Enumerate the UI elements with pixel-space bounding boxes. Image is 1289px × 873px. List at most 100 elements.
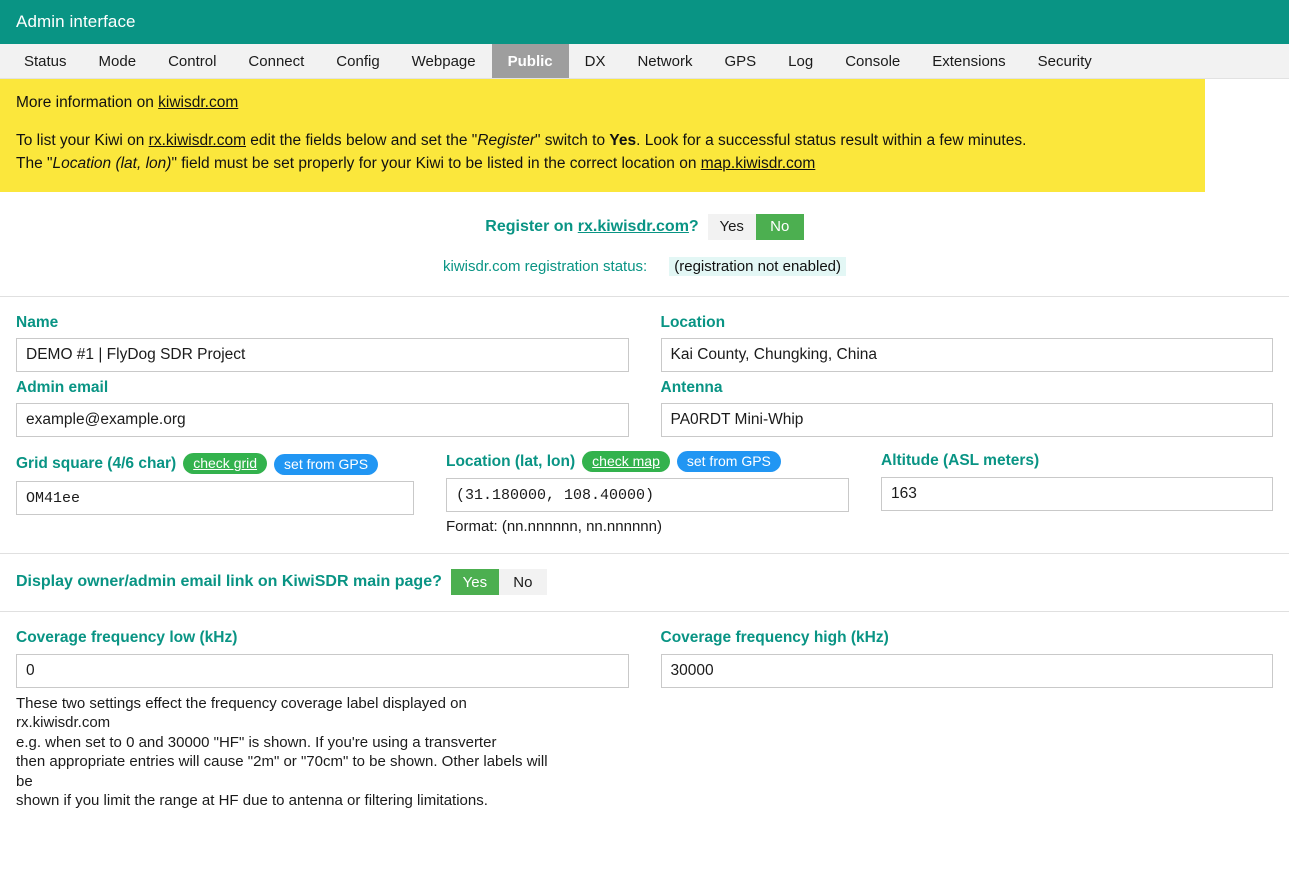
- banner-line-2-text-d: . Look for a successful status result wi…: [636, 131, 1027, 149]
- tab-security[interactable]: Security: [1022, 44, 1108, 78]
- altitude-input[interactable]: [881, 476, 1273, 511]
- altitude-field-group: Altitude (ASL meters): [865, 445, 1289, 535]
- tab-mode[interactable]: Mode: [83, 44, 153, 78]
- coverage-note-line-6: shown if you limit the range at HF due t…: [16, 792, 488, 810]
- tab-label: Log: [788, 52, 814, 70]
- tab-control[interactable]: Control: [152, 44, 232, 78]
- lat-lon-format-hint: Format: (nn.nnnnnn, nn.nnnnnn): [446, 518, 662, 536]
- kiwisdr-com-link[interactable]: kiwisdr.com: [158, 94, 238, 111]
- banner-line-1-text: More information on: [16, 94, 159, 111]
- tab-network[interactable]: Network: [621, 44, 708, 78]
- lat-lon-label: Location (lat, lon): [446, 453, 576, 471]
- page-title: Admin interface: [16, 12, 136, 31]
- coverage-notes: These two settings effect the frequency …: [0, 688, 1289, 811]
- check-map-button[interactable]: check map: [582, 451, 670, 473]
- coverage-frequency-panel: Coverage frequency low (kHz) Coverage fr…: [0, 612, 1289, 816]
- location-input[interactable]: [660, 338, 1273, 373]
- banner-spacer: [16, 115, 1205, 129]
- tab-extensions[interactable]: Extensions: [916, 44, 1021, 78]
- tab-label: Network: [637, 52, 693, 70]
- antenna-field-group: Antenna: [645, 372, 1289, 438]
- location-label: Location: [660, 313, 726, 331]
- tab-dx[interactable]: DX: [569, 44, 622, 78]
- admin-email-input[interactable]: [16, 403, 629, 438]
- tab-label: Control: [168, 52, 217, 70]
- lat-lon-input[interactable]: [446, 478, 849, 513]
- tab-label: Mode: [98, 52, 137, 70]
- antenna-label: Antenna: [660, 379, 723, 397]
- tab-label: Config: [336, 52, 380, 70]
- grid-square-label: Grid square (4/6 char): [16, 454, 177, 472]
- tab-connect[interactable]: Connect: [232, 44, 320, 78]
- coverage-note-line-5: be: [16, 772, 33, 790]
- name-label: Name: [16, 313, 59, 331]
- register-yes-button[interactable]: Yes: [707, 213, 756, 240]
- register-rx-link[interactable]: rx.kiwisdr.com: [578, 218, 689, 235]
- grid-square-input[interactable]: [16, 481, 414, 516]
- station-fields-panel: Name Location Admin email Antenna Grid s…: [0, 296, 1289, 555]
- admin-email-field-group: Admin email: [0, 372, 645, 438]
- altitude-label: Altitude (ASL meters): [881, 452, 1040, 470]
- grid-set-from-gps-button[interactable]: set from GPS: [274, 454, 379, 476]
- tab-gps[interactable]: GPS: [708, 44, 772, 78]
- display-email-no-button[interactable]: No: [498, 569, 547, 596]
- banner-line-2-text-b: edit the fields below and set the ": [246, 131, 478, 149]
- coverage-note-line-3: e.g. when set to 0 and 30000 "HF" is sho…: [16, 733, 497, 751]
- tab-label: Webpage: [411, 52, 476, 70]
- banner-line-1: More information on kiwisdr.com: [16, 91, 1205, 115]
- rx-kiwisdr-com-link[interactable]: rx.kiwisdr.com: [149, 132, 246, 149]
- tab-config[interactable]: Config: [320, 44, 395, 78]
- antenna-input[interactable]: [660, 403, 1273, 438]
- coverage-low-group: Coverage frequency low (kHz): [0, 622, 645, 688]
- main-tab-bar: Status Mode Control Connect Config Webpage Pub…: [0, 44, 1289, 79]
- location-field-group: Location: [645, 307, 1289, 373]
- tab-webpage[interactable]: Webpage: [396, 44, 492, 78]
- banner-line-3-text-b: " field must be set properly for your Ki…: [171, 155, 701, 173]
- grid-square-label-row: Grid square (4/6 char) check grid set fr…: [16, 451, 414, 476]
- coverage-high-label: Coverage frequency high (kHz): [660, 629, 889, 647]
- banner-line-2-text-c: " switch to: [534, 131, 610, 149]
- banner-line-2-text-a: To list your Kiwi on: [16, 131, 149, 149]
- display-email-toggle: Yes No: [450, 569, 547, 596]
- banner-line-3: The "Location (lat, lon)" field must be …: [16, 152, 1205, 176]
- coverage-low-input[interactable]: [16, 653, 629, 688]
- email-antenna-row: Admin email Antenna: [0, 372, 1289, 438]
- banner-location-emphasis: Location (lat, lon): [52, 155, 172, 173]
- admin-email-label: Admin email: [16, 379, 109, 397]
- grid-gps-wrap: set from GPS: [274, 454, 379, 476]
- coverage-high-group: Coverage frequency high (kHz): [645, 622, 1289, 688]
- grid-latlon-altitude-row: Grid square (4/6 char) check grid set fr…: [0, 437, 1289, 539]
- name-field-group: Name: [0, 307, 645, 373]
- latlon-set-from-gps-button[interactable]: set from GPS: [676, 451, 781, 473]
- name-input[interactable]: [16, 338, 629, 373]
- tab-status[interactable]: Status: [8, 44, 83, 78]
- info-banner: More information on kiwisdr.com To list …: [0, 79, 1205, 192]
- coverage-note-line-4: then appropriate entries will cause "2m"…: [16, 753, 548, 771]
- tab-label: GPS: [724, 52, 757, 70]
- name-location-row: Name Location: [0, 307, 1289, 373]
- coverage-note-line-1: These two settings effect the frequency …: [16, 694, 467, 712]
- map-kiwisdr-com-link[interactable]: map.kiwisdr.com: [701, 155, 816, 172]
- tab-label: Extensions: [932, 52, 1006, 70]
- coverage-high-input[interactable]: [660, 653, 1273, 688]
- register-row: Register on rx.kiwisdr.com? Yes No: [0, 213, 1289, 240]
- display-email-yes-button[interactable]: Yes: [450, 569, 499, 596]
- display-email-link-panel: Display owner/admin email link on KiwiSD…: [0, 554, 1289, 613]
- tab-label: Console: [845, 52, 901, 70]
- tab-console[interactable]: Console: [829, 44, 916, 78]
- coverage-low-label: Coverage frequency low (kHz): [16, 629, 238, 647]
- tab-label: Security: [1037, 52, 1092, 70]
- registration-status-label: kiwisdr.com registration status:: [442, 257, 648, 275]
- registration-status-row: kiwisdr.com registration status: (regist…: [0, 256, 1289, 276]
- check-grid-button[interactable]: check grid: [183, 452, 268, 474]
- tab-public[interactable]: Public: [491, 44, 569, 78]
- tab-log[interactable]: Log: [772, 44, 829, 78]
- tab-label: Status: [24, 52, 67, 70]
- banner-line-3-text-a: The ": [16, 155, 53, 173]
- register-toggle: Yes No: [707, 213, 804, 240]
- register-label-post: ?: [688, 217, 699, 235]
- register-no-button[interactable]: No: [755, 213, 804, 240]
- display-email-link-label: Display owner/admin email link on KiwiSD…: [16, 573, 442, 591]
- grid-square-field-group: Grid square (4/6 char) check grid set fr…: [0, 445, 430, 535]
- coverage-row: Coverage frequency low (kHz) Coverage fr…: [0, 622, 1289, 688]
